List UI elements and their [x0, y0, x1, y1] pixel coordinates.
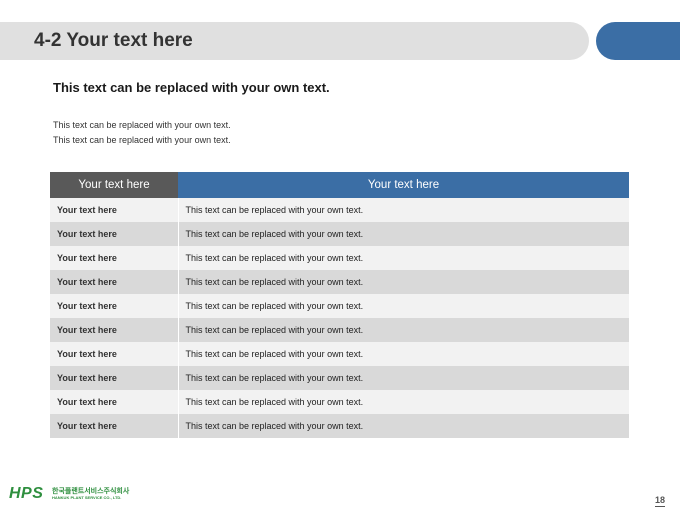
row-value: This text can be replaced with your own …	[177, 414, 629, 438]
page-title: 4-2 Your text here	[34, 30, 193, 51]
intro-line: This text can be replaced with your own …	[53, 120, 231, 130]
section-subtitle: This text can be replaced with your own …	[53, 80, 330, 95]
company-name-english: HANKUK PLANT SERVICE CO., LTD.	[52, 495, 122, 500]
row-value: This text can be replaced with your own …	[177, 390, 629, 414]
row-value: This text can be replaced with your own …	[177, 222, 629, 246]
table-row: Your text here This text can be replaced…	[50, 222, 629, 246]
logo-mark: HPS	[9, 485, 44, 502]
table-row: Your text here This text can be replaced…	[50, 270, 629, 294]
row-value: This text can be replaced with your own …	[177, 318, 629, 342]
title-accent-bar	[596, 22, 680, 60]
row-value: This text can be replaced with your own …	[177, 342, 629, 366]
table-header-label: Your text here	[50, 172, 178, 198]
row-label: Your text here	[50, 270, 178, 294]
row-label: Your text here	[50, 390, 178, 414]
table-row: Your text here This text can be replaced…	[50, 366, 629, 390]
row-value: This text can be replaced with your own …	[177, 366, 629, 390]
row-value: This text can be replaced with your own …	[177, 270, 629, 294]
page-number: 18	[655, 495, 666, 507]
row-label: Your text here	[50, 246, 178, 270]
row-label: Your text here	[50, 294, 178, 318]
row-label: Your text here	[50, 342, 178, 366]
table-header-description: Your text here	[178, 172, 629, 198]
row-label: Your text here	[50, 366, 178, 390]
row-value: This text can be replaced with your own …	[177, 198, 629, 222]
table-header-row: Your text here Your text here	[50, 172, 629, 198]
row-label: Your text here	[50, 222, 178, 246]
intro-text: This text can be replaced with your own …	[53, 118, 231, 147]
table-row: Your text here This text can be replaced…	[50, 342, 629, 366]
table-row: Your text here This text can be replaced…	[50, 294, 629, 318]
table-row: Your text here This text can be replaced…	[50, 390, 629, 414]
intro-line: This text can be replaced with your own …	[53, 134, 231, 145]
row-value: This text can be replaced with your own …	[177, 246, 629, 270]
title-bar: 4-2 Your text here	[0, 22, 589, 60]
table-row: Your text here This text can be replaced…	[50, 246, 629, 270]
table-row: Your text here This text can be replaced…	[50, 318, 629, 342]
row-label: Your text here	[50, 318, 178, 342]
table-row: Your text here This text can be replaced…	[50, 198, 629, 222]
data-table: Your text here Your text here Your text …	[50, 172, 629, 438]
row-label: Your text here	[50, 414, 178, 438]
row-value: This text can be replaced with your own …	[177, 294, 629, 318]
row-label: Your text here	[50, 198, 178, 222]
table-row: Your text here This text can be replaced…	[50, 414, 629, 438]
